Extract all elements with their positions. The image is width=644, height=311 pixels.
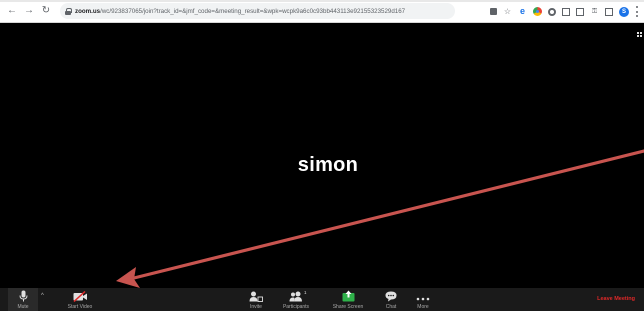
tab-extension-icon[interactable] (605, 7, 613, 16)
extensions-area: ☆ e ⚿ S (490, 5, 639, 18)
audio-options-chevron-icon[interactable]: ^ (41, 293, 44, 299)
share-screen-label: Share Screen (332, 304, 364, 310)
microphone-icon (19, 288, 28, 302)
leave-meeting-button[interactable]: Leave Meeting (597, 296, 635, 302)
chat-label: Chat (385, 304, 397, 310)
profile-avatar[interactable]: S (619, 6, 629, 17)
browser-menu-icon[interactable] (635, 6, 639, 17)
url-host: zoom.us (75, 7, 101, 15)
invite-icon (249, 288, 263, 302)
address-bar[interactable]: zoom.us/wc/923837065/join?track_id=&jmf_… (60, 3, 455, 19)
back-icon[interactable]: ← (6, 4, 18, 18)
chat-icon (385, 288, 397, 302)
browser-toolbar: ← → ↻ ⌂ zoom.us/wc/923837065/join?track_… (0, 0, 644, 23)
share-screen-icon (342, 288, 355, 302)
screenshot-extension-icon[interactable] (576, 7, 584, 16)
ring-extension-icon[interactable] (548, 7, 556, 16)
more-button[interactable]: More (412, 288, 434, 311)
mute-label: Mute (17, 304, 29, 310)
lock-icon (65, 7, 72, 15)
url-path: /wc/923837065/join?track_id=&jmf_code=&m… (100, 7, 406, 15)
key-extension-icon[interactable]: ⚿ (590, 7, 599, 16)
camera-extension-icon[interactable] (490, 8, 497, 15)
start-video-button[interactable]: Start Video (62, 288, 98, 311)
meeting-video-area: simon (0, 23, 644, 288)
participants-button[interactable]: Participants (278, 288, 314, 311)
mute-button[interactable]: Mute (8, 288, 38, 311)
meeting-toolbar: Mute ^ Start Video Invite Participants 1… (0, 288, 644, 311)
bookmark-star-icon[interactable]: ☆ (503, 7, 512, 16)
edge-extension-icon[interactable]: e (518, 7, 527, 16)
box-extension-icon[interactable] (562, 7, 570, 16)
chrome-extension-icon[interactable] (533, 7, 542, 16)
invite-button[interactable]: Invite (242, 288, 270, 311)
participants-icon (289, 288, 304, 302)
participant-name: simon (297, 154, 359, 176)
reload-icon[interactable]: ↻ (40, 4, 52, 18)
more-label: More (417, 304, 429, 310)
tab-strip-edge (0, 0, 644, 2)
url-text: zoom.us/wc/923837065/join?track_id=&jmf_… (75, 8, 405, 15)
participants-count: 1 (304, 290, 307, 295)
participants-label: Participants (282, 304, 310, 310)
gallery-view-icon[interactable] (637, 32, 642, 37)
start-video-label: Start Video (67, 304, 93, 310)
invite-label: Invite (250, 304, 262, 310)
more-icon (416, 288, 430, 302)
share-screen-button[interactable]: Share Screen (328, 288, 368, 311)
forward-icon[interactable]: → (23, 4, 35, 18)
chat-button[interactable]: Chat (380, 288, 402, 311)
video-off-icon (72, 288, 88, 302)
